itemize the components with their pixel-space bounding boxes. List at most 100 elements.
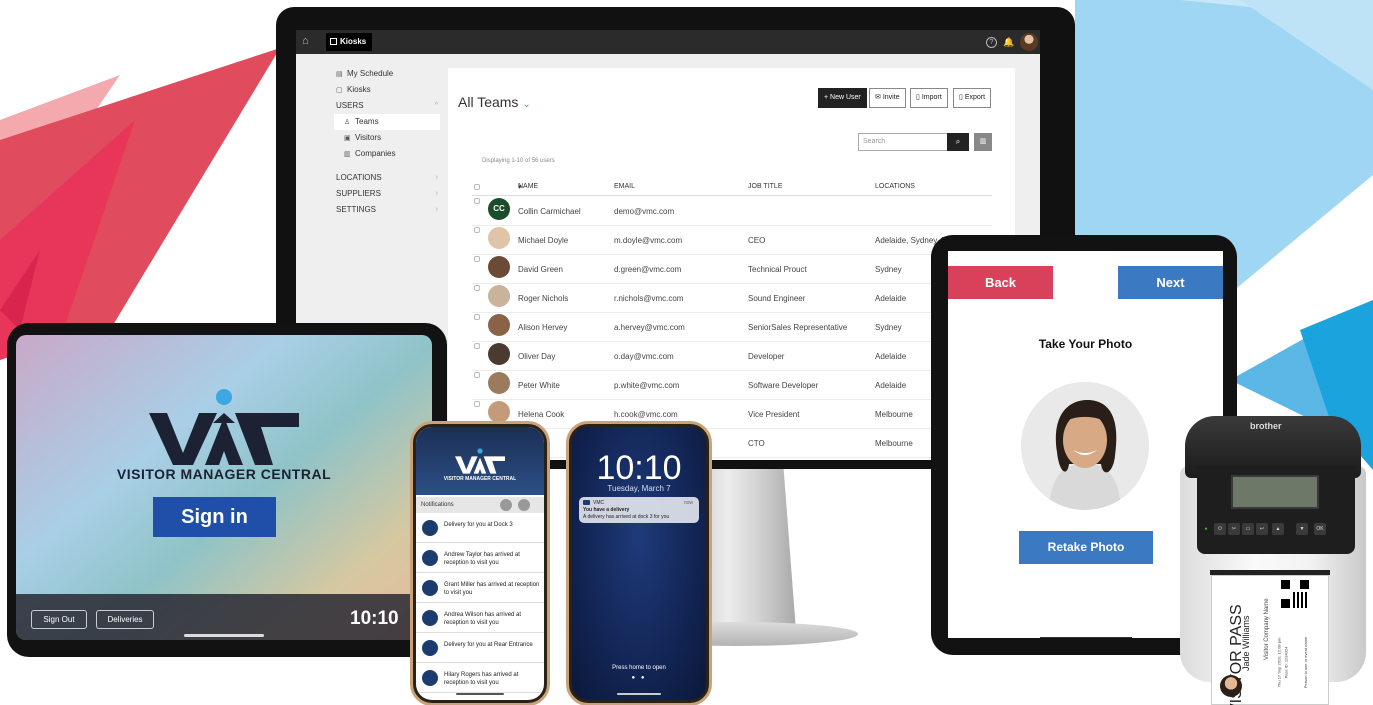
list-item[interactable]: Delivery for you at Dock 3 xyxy=(416,515,544,543)
chevron-right-icon: › xyxy=(435,206,438,213)
table-row[interactable]: Peter White p.white@vmc.com Software Devel… xyxy=(472,372,992,400)
ok-icon[interactable]: OK xyxy=(1314,523,1326,535)
kiosk-icon: ▢ xyxy=(336,87,343,94)
badge-icon: ▣ xyxy=(344,135,351,142)
list-item[interactable]: Grant Miller has arrived at reception to… xyxy=(416,575,544,603)
tab-kiosks-label: Kiosks xyxy=(340,37,367,46)
table-row[interactable]: Roger Nichols r.nichols@vmc.com Sound Engi… xyxy=(472,285,992,313)
avatar xyxy=(488,285,510,307)
table-row[interactable]: Helena Cook h.cook@vmc.com Vice President M… xyxy=(472,401,992,429)
user-name[interactable]: Peter White xyxy=(518,381,560,390)
list-item[interactable]: Delivery for you at Rear Entrance xyxy=(416,635,544,663)
power-icon[interactable]: ⏻ xyxy=(1214,523,1226,535)
sidebar-item-companies[interactable]: ▥ Companies xyxy=(334,146,440,162)
user-name[interactable]: Roger Nichols xyxy=(518,294,568,303)
table-row[interactable]: David Green d.green@vmc.com Technical Prou… xyxy=(472,256,992,284)
next-button[interactable]: Next xyxy=(1118,266,1223,299)
user-name[interactable]: Michael Doyle xyxy=(518,236,568,245)
user-locations: Adelaide xyxy=(875,294,907,303)
deliveries-button[interactable]: Deliveries xyxy=(96,610,154,629)
sidebar-section-settings[interactable]: SETTINGS › xyxy=(334,202,440,218)
avatar xyxy=(488,314,510,336)
sidebar-item-kiosks[interactable]: ▢ Kiosks xyxy=(334,82,440,98)
vmc-app-icon xyxy=(583,500,590,505)
user-name[interactable]: Helena Cook xyxy=(518,410,564,419)
new-user-button[interactable]: + New User xyxy=(818,88,867,108)
status-led-icon: ● xyxy=(1204,526,1208,532)
sign-out-button[interactable]: Sign Out xyxy=(31,610,87,629)
table-row[interactable]: Michael Doyle m.doyle@vmc.com CEO Adelaide,… xyxy=(472,227,992,255)
export-button[interactable]: ▯ Export xyxy=(953,88,992,108)
user-name[interactable]: Oliver Day xyxy=(518,352,555,361)
row-checkbox[interactable] xyxy=(474,256,480,262)
home-icon[interactable]: ⌂ xyxy=(302,35,316,49)
tab-kiosks[interactable]: Kiosks xyxy=(326,33,373,51)
cut-icon[interactable]: ✂ xyxy=(1228,523,1240,535)
list-item[interactable]: Andrew Taylor has arrived at reception t… xyxy=(416,545,544,573)
table-row[interactable]: OshaMarketing ManagerMelbourne xyxy=(472,459,992,460)
sidebar-section-suppliers[interactable]: SUPPLIERS › xyxy=(334,186,440,202)
sidebar-section-locations[interactable]: LOCATIONS › xyxy=(334,170,440,186)
user-name[interactable]: David Green xyxy=(518,265,563,274)
qr-code-icon xyxy=(1281,580,1309,608)
avatar[interactable] xyxy=(1020,33,1038,51)
page-title[interactable]: All Teams ⌄ xyxy=(458,94,531,110)
notification-title: You have a delivery xyxy=(583,507,630,513)
avatar xyxy=(488,227,510,249)
user-locations: Sydney xyxy=(875,323,902,332)
table-row[interactable]: Alison Hervey a.hervey@vmc.com SeniorSales… xyxy=(472,314,992,342)
select-all-checkbox[interactable] xyxy=(474,184,480,190)
notification-text: Andrew Taylor has arrived at reception t… xyxy=(444,552,520,566)
search-icon[interactable]: ⌕ xyxy=(947,133,969,151)
retake-photo-button[interactable]: Retake Photo xyxy=(1019,531,1153,564)
list-item[interactable]: Hilary Rogers has arrived at reception t… xyxy=(416,665,544,693)
column-header-name[interactable]: NAME ▾ xyxy=(518,183,538,191)
mail-icon: ✉ xyxy=(875,94,881,101)
import-button[interactable]: ▯ Import xyxy=(910,88,948,108)
user-job-title: CEO xyxy=(748,236,766,245)
column-header-email: EMAIL xyxy=(614,183,636,190)
row-checkbox[interactable] xyxy=(474,227,480,233)
back-icon[interactable]: ↩ xyxy=(1256,523,1268,535)
visitor-photo xyxy=(1021,382,1149,510)
user-job-title: Developer xyxy=(748,352,785,361)
user-name[interactable]: Alison Hervey xyxy=(518,323,567,332)
push-notification[interactable]: VMC now You have a delivery A delivery h… xyxy=(579,497,699,523)
help-icon[interactable]: ? xyxy=(986,37,997,48)
feed-icon[interactable]: ▭ xyxy=(1242,523,1254,535)
list-item[interactable]: Andrea Wilson has arrived at reception t… xyxy=(416,605,544,633)
user-job-title: Sound Engineer xyxy=(748,294,806,303)
row-checkbox[interactable] xyxy=(474,285,480,291)
notification-message: A delivery has arrived at dock 3 for you xyxy=(583,514,670,520)
user-job-title: Software Developer xyxy=(748,381,819,390)
row-checkbox[interactable] xyxy=(474,401,480,407)
user-job-title: Technical Prouct xyxy=(748,265,807,274)
search-input[interactable]: Search xyxy=(858,133,948,151)
sidebar-item-my-schedule[interactable]: ▤ My Schedule xyxy=(334,66,440,82)
user-locations: Adelaide xyxy=(875,352,907,361)
invite-button[interactable]: ✉ Invite xyxy=(869,88,906,108)
table-row[interactable]: AndrewCTOMelbourne xyxy=(472,430,992,458)
down-arrow-icon[interactable]: ▼ xyxy=(1296,523,1308,535)
sign-in-button[interactable]: Sign in xyxy=(153,497,276,537)
up-arrow-icon[interactable]: ▲ xyxy=(1272,523,1284,535)
user-name[interactable]: Collin Carmichael xyxy=(518,207,581,216)
bell-icon[interactable]: 🔔 xyxy=(1002,35,1016,49)
row-checkbox[interactable] xyxy=(474,198,480,204)
column-header-locations: LOCATIONS xyxy=(875,183,915,190)
row-checkbox[interactable] xyxy=(474,372,480,378)
sidebar-item-visitors[interactable]: ▣ Visitors xyxy=(334,130,440,146)
sidebar-item-teams[interactable]: ♙ Teams xyxy=(334,114,440,130)
row-checkbox[interactable] xyxy=(474,343,480,349)
table-row[interactable]: Oliver Day o.day@vmc.com Developer Adelaide xyxy=(472,343,992,371)
menu-icon[interactable] xyxy=(518,499,530,511)
user-email: r.nichols@vmc.com xyxy=(614,294,684,303)
table-row[interactable]: CC Collin Carmichael demo@vmc.com xyxy=(472,198,992,226)
kiosk-screen: VISITOR MANAGER CENTRAL Sign in Sign Out… xyxy=(16,335,432,640)
columns-icon[interactable]: ▥ xyxy=(974,133,992,151)
column-header-label: NAME xyxy=(518,183,539,190)
sidebar-section-users[interactable]: USERS ^ xyxy=(334,98,440,114)
back-button[interactable]: Back xyxy=(948,266,1053,299)
row-checkbox[interactable] xyxy=(474,314,480,320)
qr-icon[interactable] xyxy=(500,499,512,511)
